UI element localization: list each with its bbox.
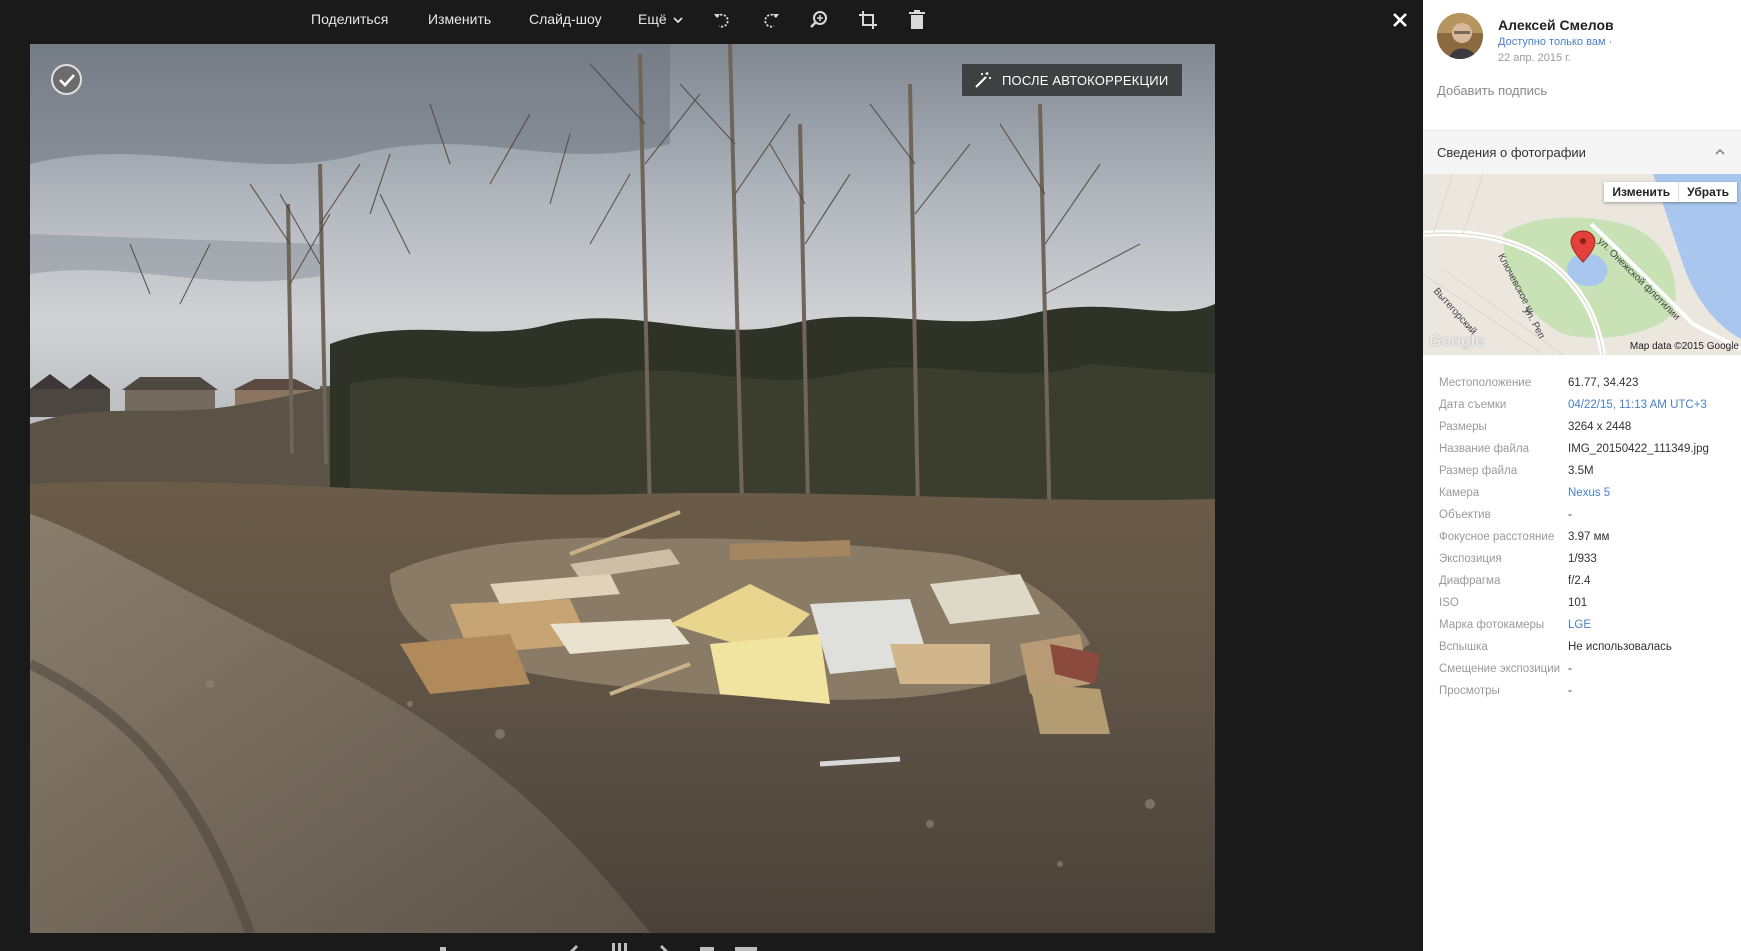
share-button[interactable]: Поделиться: [311, 11, 388, 27]
detail-label: Объектив: [1439, 509, 1491, 521]
detail-label: Размеры: [1439, 421, 1487, 433]
main-photo[interactable]: ПОСЛЕ АВТОКОРРЕКЦИИ: [30, 44, 1215, 933]
detail-label: Местоположение: [1439, 377, 1532, 389]
detail-value: 101: [1568, 597, 1588, 609]
detail-label: Диафрагма: [1439, 575, 1501, 587]
detail-label: Экспозиция: [1439, 553, 1502, 565]
location-map[interactable]: Изменить Убрать ул. Онежской флотилии Кл…: [1423, 174, 1741, 355]
viewer-toolbar: Поделиться Изменить Слайд-шоу Ещё: [0, 0, 1423, 40]
owner-name[interactable]: Алексей Смелов: [1498, 17, 1614, 33]
rotate-left-icon[interactable]: [711, 9, 733, 31]
photo-date: 22 апр. 2015 г.: [1498, 52, 1571, 64]
detail-value: 61.77, 34.423: [1568, 377, 1639, 389]
detail-value: 3264 x 2448: [1568, 421, 1632, 433]
detail-row: Объектив -: [1439, 508, 1735, 522]
detail-label: Камера: [1439, 487, 1480, 499]
detail-row: Экспозиция 1/933: [1439, 552, 1735, 566]
photo-info-section-header[interactable]: Сведения о фотографии: [1423, 130, 1741, 175]
detail-value: f/2.4: [1568, 575, 1591, 587]
map-credit[interactable]: Map data ©2015 Google: [1630, 341, 1739, 352]
detail-row: Диафрагма f/2.4: [1439, 574, 1735, 588]
visibility-status[interactable]: Доступно только вам ·: [1498, 36, 1612, 48]
photo-scene: [30, 44, 1215, 933]
chevron-up-icon[interactable]: [1713, 145, 1727, 159]
detail-label: Марка фотокамеры: [1439, 619, 1545, 631]
detail-value[interactable]: 04/22/15, 11:13 AM UTC+3: [1568, 398, 1707, 412]
detail-value[interactable]: Nexus 5: [1568, 486, 1610, 500]
detail-value: 3.5M: [1568, 465, 1594, 477]
detail-value: Не использовалась: [1568, 641, 1672, 653]
chevron-down-icon: [672, 17, 683, 24]
detail-label: Просмотры: [1439, 685, 1500, 697]
detail-value: 3.97 мм: [1568, 531, 1610, 543]
detail-label: Дата съемки: [1439, 399, 1507, 411]
select-checkmark[interactable]: [51, 64, 82, 95]
detail-row: ISO 101: [1439, 596, 1735, 610]
detail-value: -: [1568, 685, 1572, 697]
edit-button[interactable]: Изменить: [428, 11, 491, 27]
detail-value: IMG_20150422_111349.jpg: [1568, 443, 1709, 455]
detail-row: Вспышка Не использовалась: [1439, 640, 1735, 654]
detail-label: Вспышка: [1439, 641, 1488, 653]
user-photo-icon: [1437, 13, 1483, 59]
detail-row: Фокусное расстояние 3.97 мм: [1439, 530, 1735, 544]
detail-value[interactable]: LGE: [1568, 618, 1591, 632]
map-edit-button[interactable]: Изменить: [1604, 182, 1678, 202]
trash-icon[interactable]: [906, 9, 928, 31]
google-logo: Google: [1429, 333, 1485, 350]
detail-label: Фокусное расстояние: [1439, 531, 1555, 543]
zoom-icon[interactable]: [808, 9, 830, 31]
detail-value: 1/933: [1568, 553, 1597, 565]
photo-details-list: Местоположение 61.77, 34.423 Дата съемки 04…: [1439, 376, 1735, 706]
detail-row: Просмотры -: [1439, 684, 1735, 698]
detail-label: Название файла: [1439, 443, 1529, 455]
detail-row: Марка фотокамеры LGE: [1439, 618, 1735, 632]
avatar[interactable]: [1437, 13, 1483, 59]
detail-row: Дата съемки 04/22/15, 11:13 AM UTC+3: [1439, 398, 1735, 412]
detail-value: -: [1568, 509, 1572, 521]
detail-row: Название файла IMG_20150422_111349.jpg: [1439, 442, 1735, 456]
detail-label: ISO: [1439, 597, 1459, 609]
map-actions: Изменить Убрать: [1604, 182, 1737, 202]
more-label: Ещё: [638, 11, 667, 27]
auto-correction-label: ПОСЛЕ АВТОКОРРЕКЦИИ: [1002, 72, 1169, 88]
rotate-right-icon[interactable]: [760, 9, 782, 31]
caption-field[interactable]: Добавить подпись: [1437, 83, 1547, 98]
magic-wand-icon: [975, 72, 991, 88]
checkmark-icon: [59, 74, 75, 87]
detail-label: Смещение экспозиции: [1439, 663, 1561, 675]
detail-row: Смещение экспозиции -: [1439, 662, 1735, 676]
slideshow-button[interactable]: Слайд-шоу: [529, 11, 602, 27]
auto-correction-badge[interactable]: ПОСЛЕ АВТОКОРРЕКЦИИ: [962, 64, 1183, 96]
close-icon[interactable]: [1389, 9, 1411, 31]
detail-row: Размер файла 3.5M: [1439, 464, 1735, 478]
detail-row: Размеры 3264 x 2448: [1439, 420, 1735, 434]
more-menu-button[interactable]: Ещё: [638, 11, 683, 27]
detail-row: Камера Nexus 5: [1439, 486, 1735, 500]
detail-label: Размер файла: [1439, 465, 1518, 477]
photo-viewer: Поделиться Изменить Слайд-шоу Ещё ПОСЛЕ …: [0, 0, 1423, 951]
info-side-panel: Алексей Смелов Доступно только вам · 22 …: [1423, 0, 1741, 951]
crop-icon[interactable]: [857, 9, 879, 31]
detail-value: -: [1568, 663, 1572, 675]
detail-row: Местоположение 61.77, 34.423: [1439, 376, 1735, 390]
filmstrip-controls: [440, 943, 757, 951]
map-remove-button[interactable]: Убрать: [1678, 182, 1737, 202]
section-title: Сведения о фотографии: [1437, 145, 1586, 160]
